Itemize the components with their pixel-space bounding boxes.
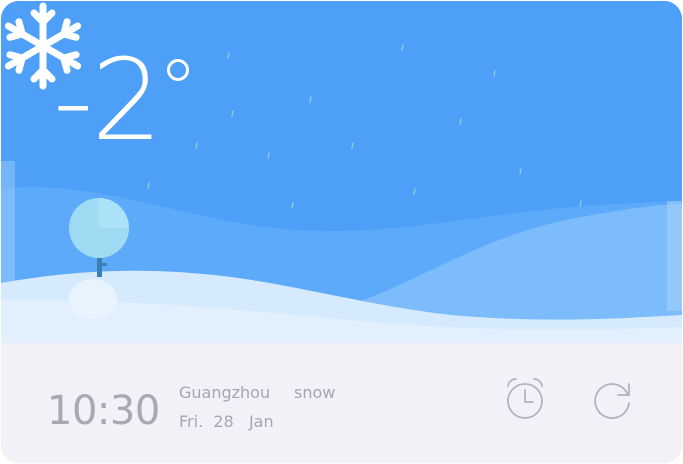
refresh-icon xyxy=(594,383,630,419)
alarm-button[interactable] xyxy=(501,375,549,428)
weather-card: -2 10:30 Guangzhou snow Fri. 28 Jan xyxy=(1,1,682,463)
tree-reflection xyxy=(69,279,117,319)
condition-label: snow xyxy=(294,383,336,402)
snowflake-icon xyxy=(4,2,82,90)
weather-scene: -2 xyxy=(1,1,682,343)
alarm-clock-icon xyxy=(507,378,543,419)
refresh-button[interactable] xyxy=(589,375,637,428)
current-time: 10:30 xyxy=(47,388,160,434)
degree-symbol xyxy=(167,59,189,81)
date-label: Fri. 28 Jan xyxy=(179,412,274,431)
city-label: Guangzhou xyxy=(179,383,271,402)
